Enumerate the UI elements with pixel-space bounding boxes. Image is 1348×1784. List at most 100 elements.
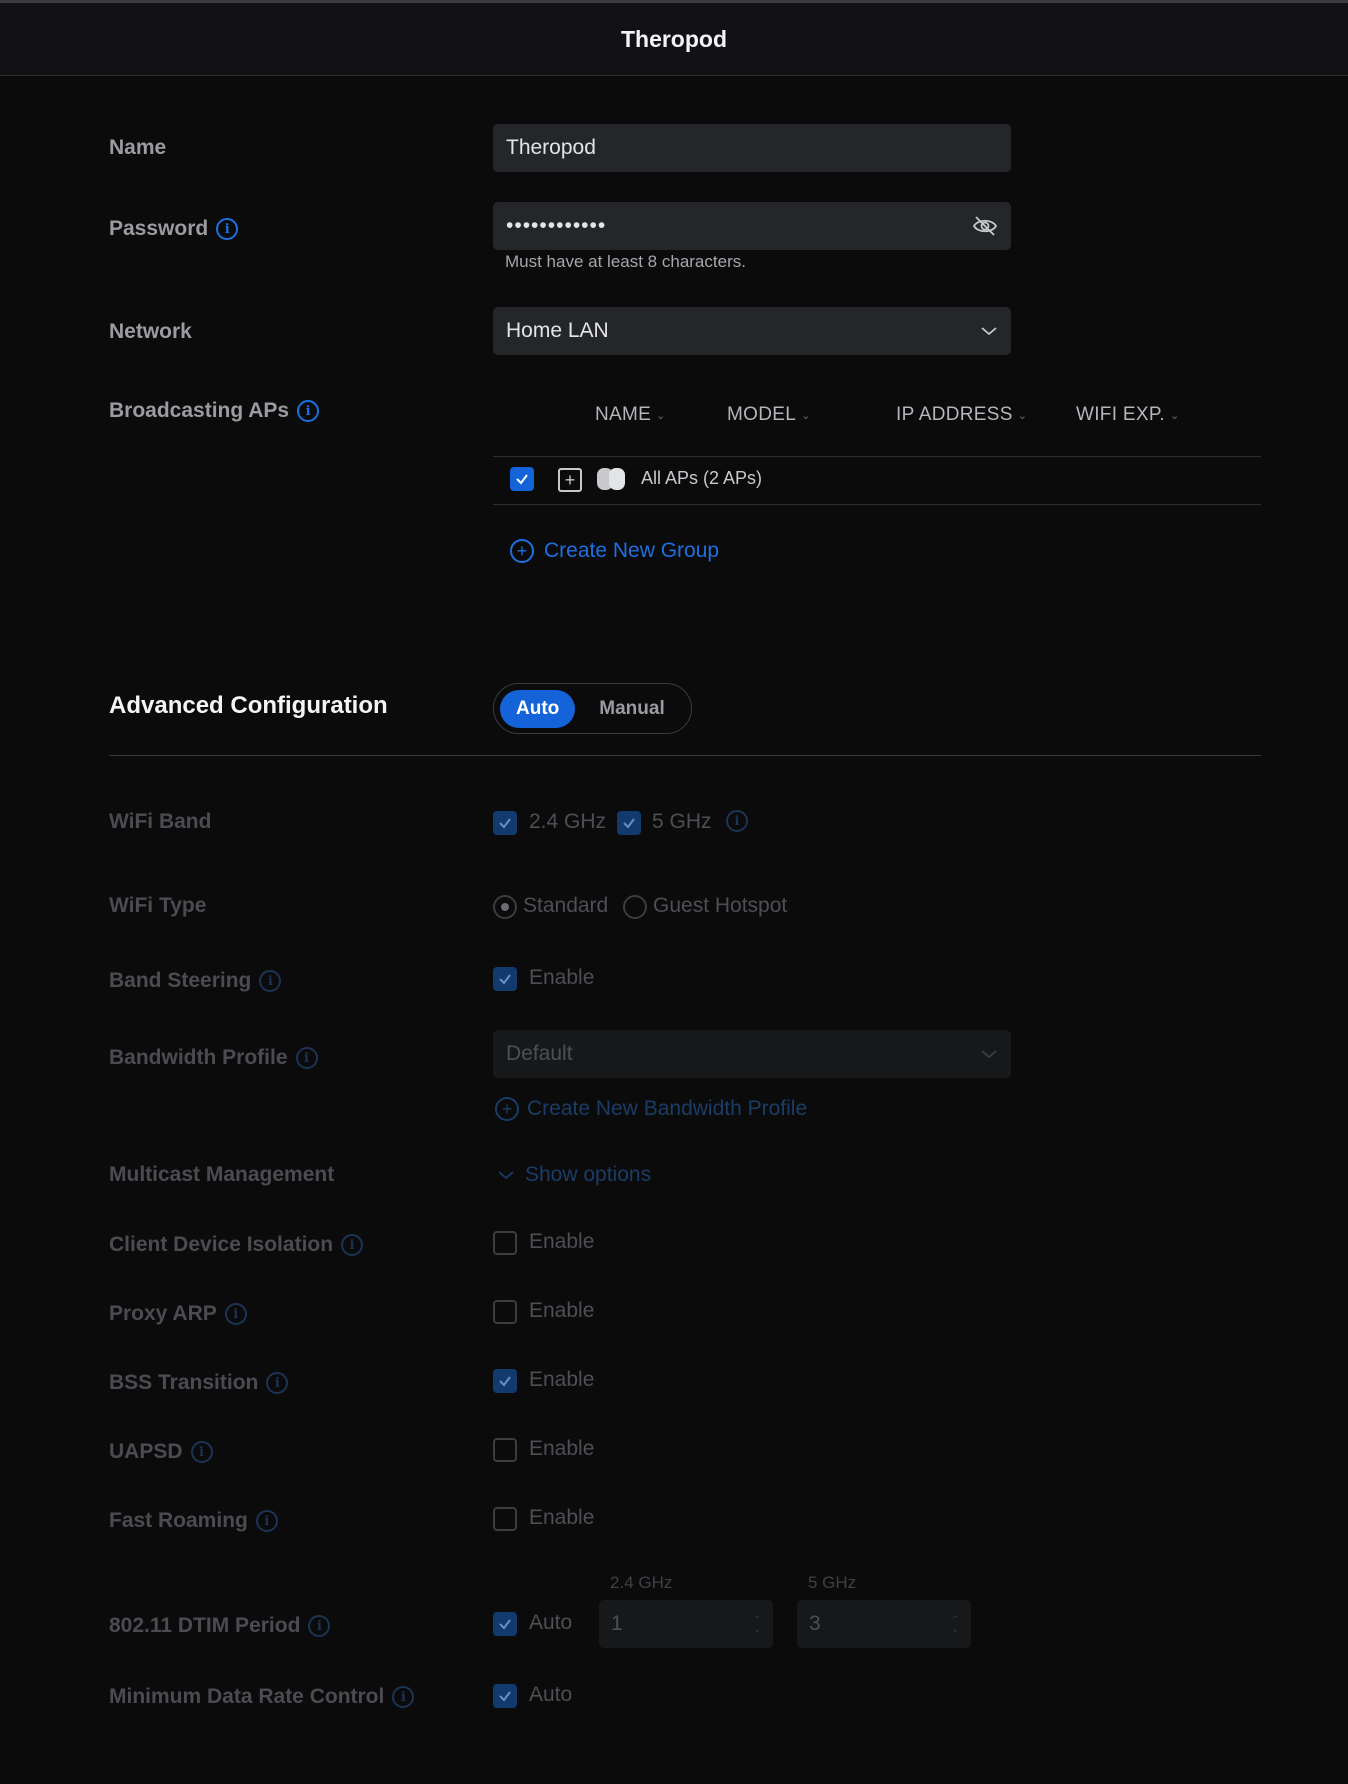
dtim-band1-label: 2.4 GHz [610,1573,673,1592]
network-select[interactable]: Home LAN [493,307,1011,355]
all-aps-label: All APs (2 APs) [641,468,763,488]
check-icon [499,974,511,985]
info-icon[interactable]: i [216,218,239,240]
plus-circle-icon: + [510,539,534,563]
bandwidth-profile-label: Bandwidth Profile i [109,1046,318,1070]
expand-icon[interactable]: + [558,468,582,492]
uapsd-checkbox[interactable] [493,1438,517,1462]
dtim-band2-label: 5 GHz [808,1573,857,1592]
wifi-band-label-text: WiFi Band [109,810,212,833]
chevron-down-icon [980,325,998,337]
name-label-text: Name [109,136,167,159]
client-isolation-checkbox[interactable] [493,1231,517,1255]
info-icon[interactable]: i [341,1234,364,1256]
stepper-arrows-icon[interactable]: ⌃ ⌄ [753,1614,761,1634]
dtim-band1-stepper[interactable]: 1 ⌃ ⌄ [599,1600,773,1648]
bss-transition-checkbox[interactable] [493,1369,517,1393]
fast-roaming-checkbox[interactable] [493,1507,517,1531]
band-24-checkbox[interactable] [493,811,517,835]
info-icon[interactable]: i [266,1372,289,1394]
advanced-title: Advanced Configuration [109,692,388,720]
band-steering-label-text: Band Steering [109,969,252,992]
title-bar: Theropod [0,3,1348,76]
show-options-label: Show options [525,1163,652,1186]
band-steering-checkbox[interactable] [493,967,517,991]
band-5-checkbox[interactable] [617,811,641,835]
password-input[interactable]: •••••••••••• [493,202,1011,250]
column-header-label: MODEL [727,404,797,425]
dtim-band2-stepper[interactable]: 3 ⌃ ⌄ [797,1600,971,1648]
password-label: Password i [109,217,239,241]
create-bandwidth-profile-label: Create New Bandwidth Profile [527,1097,808,1120]
min-rate-label-text: Minimum Data Rate Control [109,1685,385,1708]
check-icon [499,1376,511,1387]
bandwidth-profile-select[interactable]: Default [493,1030,1011,1078]
password-input-value: •••••••••••• [506,214,607,237]
name-input[interactable]: Theropod [493,124,1011,172]
show-options-toggle[interactable]: Show options [497,1163,651,1187]
info-icon[interactable]: i [308,1615,331,1637]
standard-radio[interactable] [493,895,517,919]
access-point-icon [595,466,629,492]
create-bandwidth-profile-link[interactable]: + Create New Bandwidth Profile [495,1097,807,1121]
network-select-value: Home LAN [506,319,609,342]
check-icon [516,474,528,485]
bss-transition-label: BSS Transition i [109,1371,289,1395]
column-header-label: WIFI EXP. [1076,404,1165,425]
dtim-label: 802.11 DTIM Period i [109,1614,331,1638]
column-header-label: NAME [595,404,652,425]
min-rate-label: Minimum Data Rate Control i [109,1685,415,1709]
create-group-link[interactable]: + Create New Group [510,539,719,563]
info-icon[interactable]: i [259,970,282,992]
eye-slash-icon[interactable] [972,215,998,237]
mode-auto-button[interactable]: Auto [500,689,576,728]
info-icon[interactable]: i [255,1510,278,1532]
table-divider [493,456,1261,457]
column-header-model[interactable]: MODEL ⌄ [727,404,811,426]
broadcasting-label: Broadcasting APs i [109,399,320,423]
mode-segmented-control: Auto Manual [493,683,692,734]
uapsd-label-text: UAPSD [109,1440,183,1463]
multicast-label: Multicast Management [109,1163,334,1187]
info-icon[interactable]: i [190,1441,213,1463]
dtim-auto-checkbox[interactable] [493,1612,517,1636]
advanced-title-text: Advanced Configuration [109,692,388,719]
password-hint: Must have at least 8 characters. [505,252,746,271]
section-divider [109,755,1261,756]
band-steering-label: Band Steering i [109,969,282,993]
info-icon[interactable]: i [297,400,320,422]
band-24-label: 2.4 GHz [529,810,607,833]
password-label-text: Password [109,217,209,240]
column-header-wifi-exp[interactable]: WIFI EXP. ⌄ [1076,404,1179,426]
wifi-band-label: WiFi Band [109,810,211,834]
client-isolation-label: Client Device Isolation i [109,1233,364,1257]
info-icon[interactable]: i [224,1303,247,1325]
uapsd-option: Enable [529,1437,595,1460]
fast-roaming-label: Fast Roaming i [109,1509,278,1533]
dtim-band1-value: 1 [611,1612,623,1635]
dtim-band2-value: 3 [809,1612,821,1635]
plus-circle-icon: + [495,1097,519,1121]
broadcasting-label-text: Broadcasting APs [109,399,290,422]
column-header-ip[interactable]: IP ADDRESS ⌄ [896,404,1027,426]
info-icon[interactable]: i [392,1686,415,1708]
guest-hotspot-radio[interactable] [623,895,647,919]
page-title: Theropod [620,25,728,52]
chevron-down-icon [980,1048,998,1060]
proxy-arp-label-text: Proxy ARP [109,1302,217,1325]
multicast-label-text: Multicast Management [109,1163,335,1186]
create-group-label: Create New Group [544,539,720,562]
stepper-arrows-icon[interactable]: ⌃ ⌄ [951,1614,959,1634]
check-icon [499,1691,511,1702]
band-steering-option: Enable [529,966,595,989]
info-icon[interactable]: i [295,1047,318,1069]
column-header-name[interactable]: NAME ⌄ [595,404,666,426]
client-isolation-option: Enable [529,1230,595,1253]
name-input-value: Theropod [506,136,596,159]
chevron-down-icon [498,1171,514,1180]
info-icon[interactable]: i [726,810,748,832]
min-rate-auto-checkbox[interactable] [493,1684,517,1708]
proxy-arp-checkbox[interactable] [493,1300,517,1324]
all-aps-checkbox[interactable] [510,467,534,491]
mode-manual-button[interactable]: Manual [583,690,680,728]
